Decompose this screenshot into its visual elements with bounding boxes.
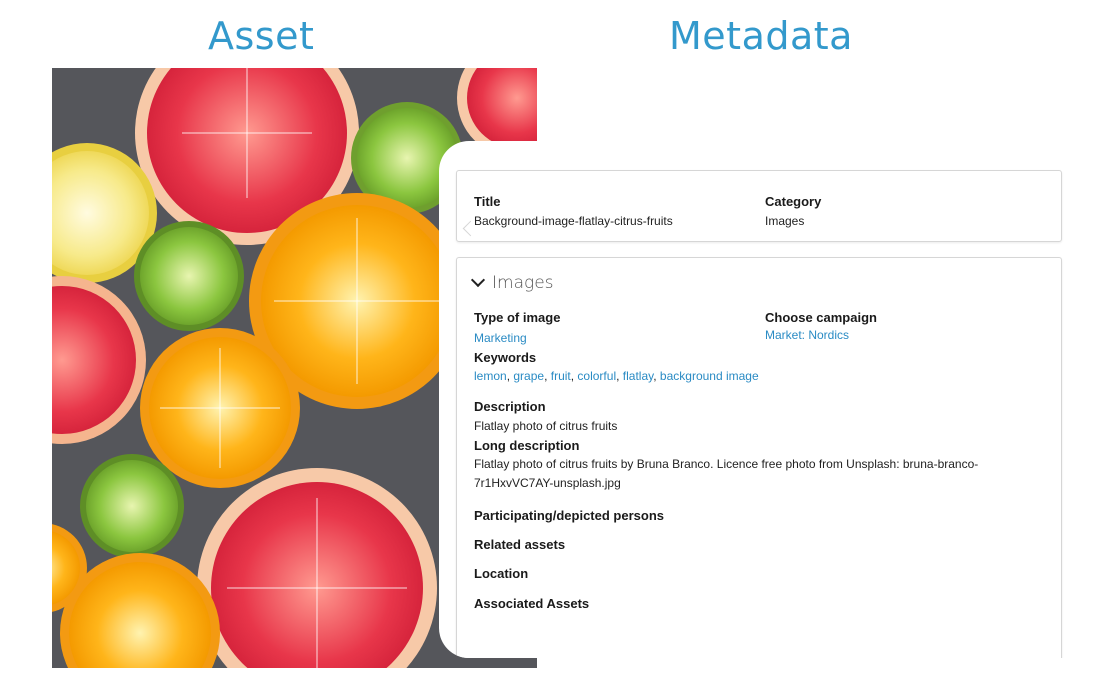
keyword-link[interactable]: colorful [577,369,616,383]
images-section-title: Images [492,273,554,293]
keyword-link[interactable]: lemon [474,369,507,383]
category-value: Images [765,214,805,228]
keyword-link[interactable]: fruit [551,369,571,383]
title-card: Title Background-image-flatlay-citrus-fr… [456,170,1062,242]
category-label: Category [765,194,822,209]
long-description-value: Flatlay photo of citrus fruits by Bruna … [474,457,979,490]
participating-persons-label: Participating/depicted persons [474,508,664,523]
description-label: Description [474,399,546,414]
location-label: Location [474,566,529,581]
keyword-link[interactable]: grape [513,369,544,383]
metadata-panel: Title Background-image-flatlay-citrus-fr… [439,141,1100,658]
associated-assets-label: Associated Assets [474,596,590,611]
keyword-link[interactable]: flatlay [623,369,653,383]
title-label: Title [474,194,501,209]
title-value: Background-image-flatlay-citrus-fruits [474,214,673,228]
metadata-heading: Metadata [669,14,853,58]
keywords-label: Keywords [474,350,537,365]
type-of-image-value[interactable]: Marketing [474,331,527,345]
type-of-image-label: Type of image [474,310,561,325]
description-value: Flatlay photo of citrus fruits [474,419,618,433]
keyword-link[interactable]: background image [660,369,759,383]
choose-campaign-value[interactable]: Market: Nordics [765,328,849,342]
keywords-list: lemon, grape, fruit, colorful, flatlay, … [474,369,759,383]
images-card: Images Type of image Marketing Choose ca… [456,257,1062,658]
long-description-label: Long description [474,438,580,453]
choose-campaign-label: Choose campaign [765,310,877,325]
related-assets-label: Related assets [474,537,566,552]
chevron-down-icon [470,272,486,288]
asset-heading: Asset [208,14,315,58]
images-section-toggle[interactable]: Images [470,272,554,293]
